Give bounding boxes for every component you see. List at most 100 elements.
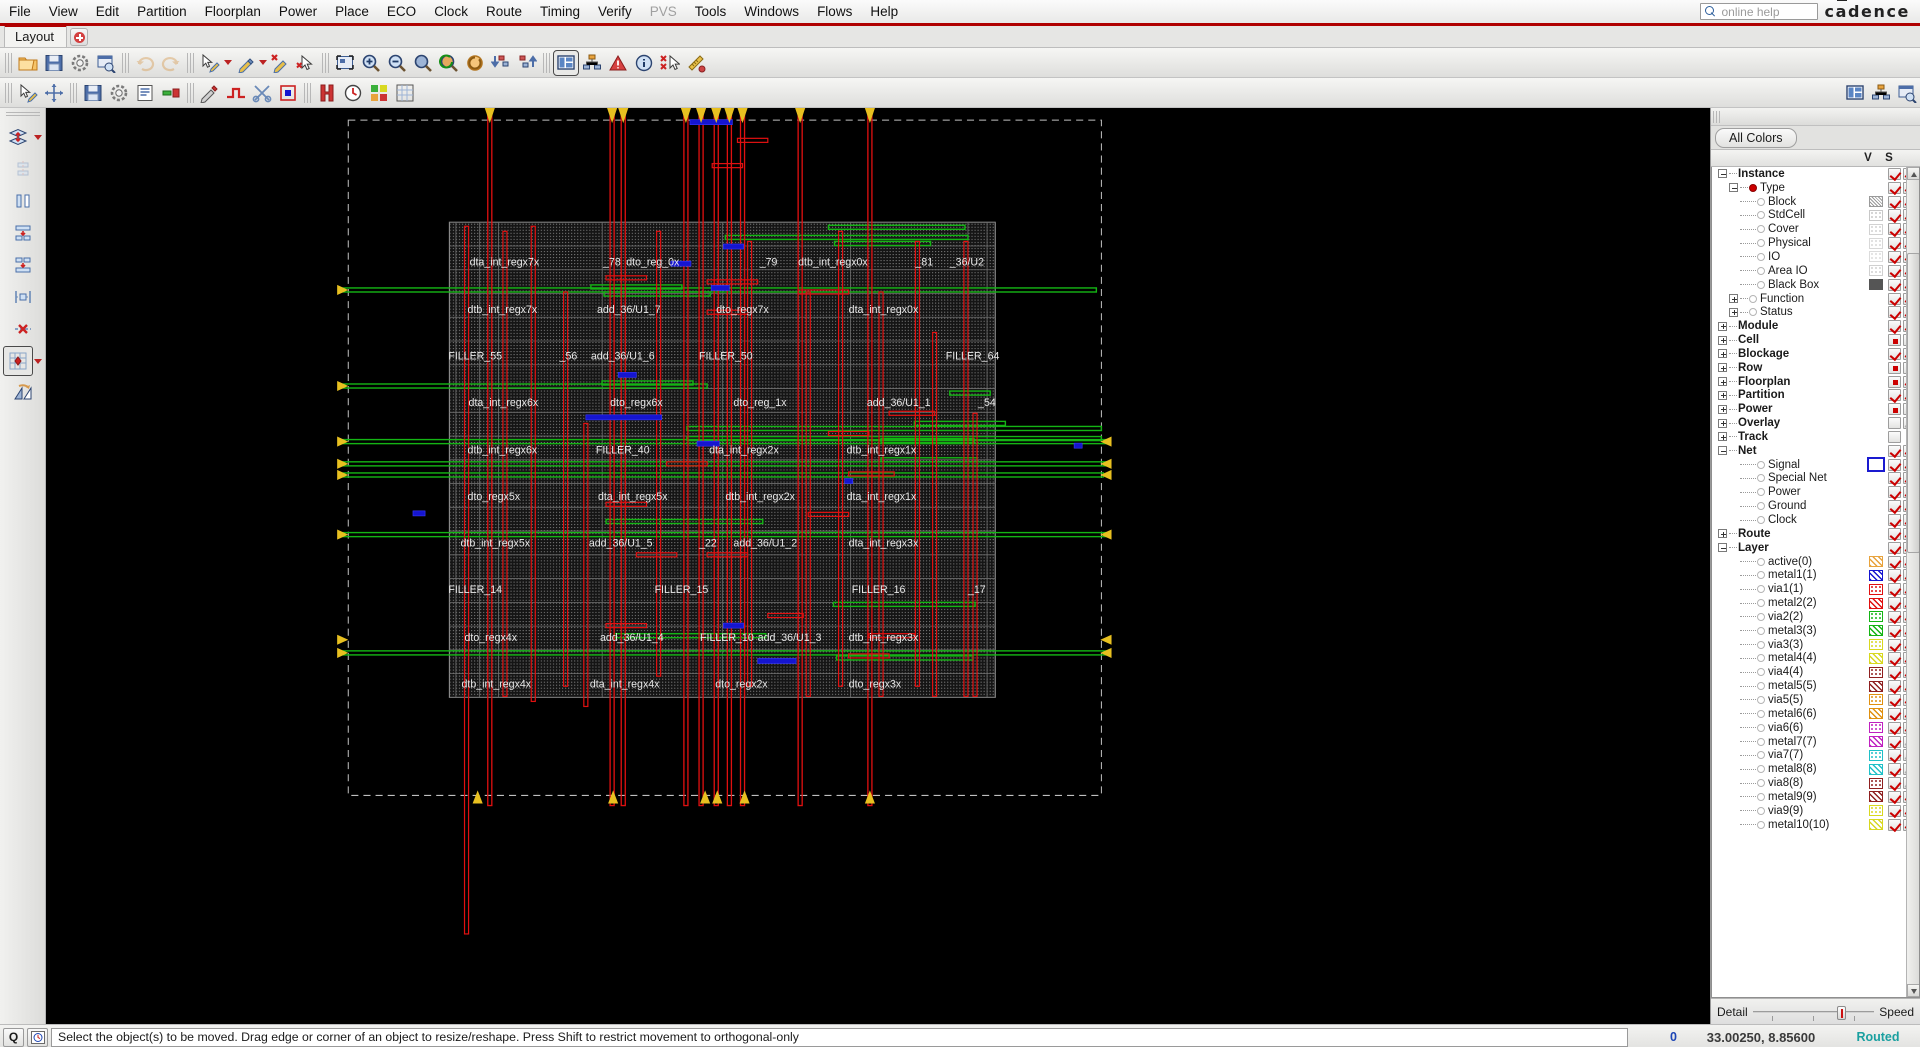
- visibility-checkbox[interactable]: [1888, 444, 1901, 457]
- visibility-checkbox[interactable]: [1888, 250, 1901, 263]
- layer-tree-row[interactable]: Route: [1712, 527, 1919, 541]
- snap-to-grid-icon[interactable]: [2, 346, 33, 376]
- expand-icon[interactable]: [1729, 294, 1738, 304]
- visibility-checkbox[interactable]: [1888, 680, 1901, 693]
- menu-view[interactable]: View: [40, 1, 87, 22]
- delete-spacing-icon[interactable]: [8, 314, 38, 344]
- layer-tree-row[interactable]: Module: [1712, 319, 1919, 333]
- gear2-icon[interactable]: [106, 80, 132, 106]
- collapse-icon[interactable]: [1718, 543, 1727, 553]
- expand-icon[interactable]: [1718, 432, 1727, 442]
- layer-color-swatch[interactable]: [1869, 708, 1883, 720]
- show-panel-icon[interactable]: [1842, 80, 1868, 106]
- toolbar-grip[interactable]: [304, 82, 311, 103]
- toolbar-grip[interactable]: [322, 52, 329, 73]
- layer-tree-row[interactable]: Layer: [1712, 541, 1919, 555]
- visibility-checkbox[interactable]: [1888, 514, 1901, 527]
- layer-tree-row[interactable]: via4(4): [1712, 665, 1919, 679]
- layer-color-swatch[interactable]: [1869, 819, 1883, 831]
- layer-tree-row[interactable]: metal10(10): [1712, 818, 1919, 832]
- visibility-checkbox[interactable]: [1888, 527, 1901, 540]
- visibility-checkbox[interactable]: [1888, 472, 1901, 485]
- visibility-checkbox[interactable]: [1888, 583, 1901, 596]
- collapse-icon[interactable]: [1718, 446, 1727, 456]
- layer-tree-row[interactable]: metal3(3): [1712, 624, 1919, 638]
- tree-radio-icon[interactable]: [1757, 516, 1765, 525]
- tree-radio-icon[interactable]: [1757, 737, 1765, 746]
- layer-flip-icon[interactable]: [3, 122, 33, 152]
- toolbar-grip[interactable]: [5, 82, 12, 103]
- layer-color-swatch[interactable]: [1869, 777, 1883, 789]
- menu-floorplan[interactable]: Floorplan: [196, 1, 270, 22]
- tree-scrollbar[interactable]: [1906, 167, 1919, 997]
- tree-radio-icon[interactable]: [1757, 806, 1765, 815]
- tree-radio-icon[interactable]: [1757, 640, 1765, 649]
- layer-tree-row[interactable]: Track: [1712, 430, 1919, 444]
- scroll-down-button[interactable]: [1907, 984, 1919, 997]
- expand-icon[interactable]: [1718, 321, 1727, 331]
- layer-tree-row[interactable]: metal1(1): [1712, 568, 1919, 582]
- visibility-checkbox[interactable]: [1888, 361, 1901, 374]
- menu-place[interactable]: Place: [326, 1, 378, 22]
- expand-icon[interactable]: [1718, 404, 1727, 414]
- visibility-checkbox[interactable]: [1888, 624, 1901, 637]
- layer-tree-row[interactable]: metal8(8): [1712, 762, 1919, 776]
- visibility-checkbox[interactable]: [1888, 541, 1901, 554]
- layer-color-swatch[interactable]: [1869, 694, 1883, 706]
- select-edit-icon[interactable]: [197, 50, 223, 76]
- layer-tree-row[interactable]: Instance: [1712, 167, 1919, 181]
- visibility-checkbox[interactable]: [1888, 707, 1901, 720]
- layer-color-swatch[interactable]: [1869, 279, 1883, 291]
- layer-color-swatch[interactable]: [1869, 652, 1883, 664]
- visibility-checkbox[interactable]: [1888, 334, 1901, 347]
- visibility-checkbox[interactable]: [1888, 652, 1901, 665]
- scroll-thumb[interactable]: [1907, 253, 1919, 553]
- highlight-pen-icon[interactable]: [232, 50, 258, 76]
- distribute-horizontal-icon[interactable]: [8, 186, 38, 216]
- tree-radio-icon[interactable]: [1757, 488, 1765, 497]
- tree-radio-icon[interactable]: [1757, 626, 1765, 635]
- timing-icon[interactable]: [340, 80, 366, 106]
- tree-radio-icon[interactable]: [1757, 239, 1765, 248]
- dropdown-arrow-icon[interactable]: [33, 125, 43, 149]
- layer-tree-row[interactable]: Black Box: [1712, 278, 1919, 292]
- visibility-checkbox[interactable]: [1888, 223, 1901, 236]
- tree-radio-icon[interactable]: [1757, 474, 1765, 483]
- design-browser-icon[interactable]: [93, 50, 119, 76]
- space-evenly-icon[interactable]: [8, 282, 38, 312]
- info-icon[interactable]: [631, 50, 657, 76]
- slider-knob[interactable]: [1836, 1005, 1846, 1020]
- deselect-all-icon[interactable]: [293, 50, 319, 76]
- layer-color-swatch[interactable]: [1869, 611, 1883, 623]
- expand-icon[interactable]: [1718, 363, 1727, 373]
- visibility-checkbox[interactable]: [1888, 790, 1901, 803]
- visibility-checkbox[interactable]: [1888, 749, 1901, 762]
- attribute-editor-icon[interactable]: [132, 80, 158, 106]
- tree-radio-icon[interactable]: [1757, 654, 1765, 663]
- ruler-icon[interactable]: [683, 50, 709, 76]
- tree-radio-icon[interactable]: [1757, 280, 1765, 289]
- hierarchy-panel-icon[interactable]: [1868, 80, 1894, 106]
- pin-editor-icon[interactable]: [158, 80, 184, 106]
- visibility-checkbox[interactable]: [1888, 486, 1901, 499]
- tree-radio-icon[interactable]: [1757, 765, 1765, 774]
- menu-help[interactable]: Help: [861, 1, 907, 22]
- menu-windows[interactable]: Windows: [735, 1, 808, 22]
- visibility-checkbox[interactable]: [1888, 209, 1901, 222]
- zoom-previous-icon[interactable]: [436, 50, 462, 76]
- toolbar-grip[interactable]: [543, 52, 550, 73]
- search-input[interactable]: [1721, 4, 1814, 19]
- tree-radio-icon[interactable]: [1757, 502, 1765, 511]
- visibility-checkbox[interactable]: [1888, 777, 1901, 790]
- zoom-selected-icon[interactable]: [410, 50, 436, 76]
- layer-color-swatch[interactable]: [1869, 791, 1883, 803]
- tree-radio-icon[interactable]: [1757, 695, 1765, 704]
- layer-tree-row[interactable]: Special Net: [1712, 472, 1919, 486]
- tree-radio-icon[interactable]: [1757, 211, 1765, 220]
- layer-tree-row[interactable]: Power: [1712, 485, 1919, 499]
- layer-tree-row[interactable]: Blockage: [1712, 347, 1919, 361]
- scroll-up-button[interactable]: [1907, 167, 1919, 180]
- menu-edit[interactable]: Edit: [87, 1, 128, 22]
- congestion-icon[interactable]: [366, 80, 392, 106]
- clear-highlight-icon[interactable]: [267, 50, 293, 76]
